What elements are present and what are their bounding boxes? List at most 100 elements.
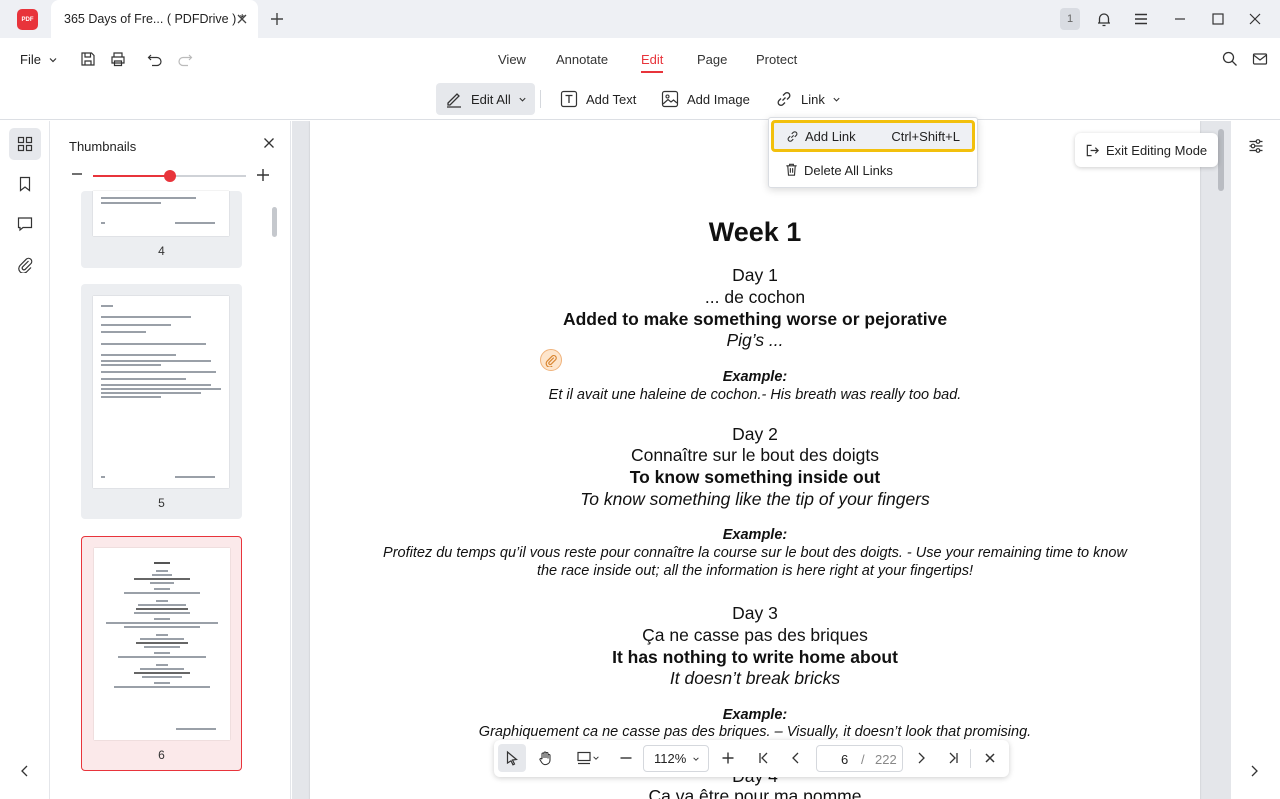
menu-bar: File View Annotate Edit Page Protect	[0, 38, 1280, 80]
entry-meaning: To know something inside out	[629, 467, 881, 487]
zoom-in-thumbnails-icon[interactable]	[256, 168, 270, 182]
add-image-label: Add Image	[687, 91, 750, 107]
attachments-panel-button[interactable]	[9, 248, 41, 280]
thumbnail-page-number: 6	[158, 748, 165, 762]
chevron-right-icon	[918, 752, 925, 764]
minus-icon	[620, 757, 632, 759]
add-link-label: Add Link	[805, 128, 856, 144]
bookmarks-panel-button[interactable]	[9, 168, 41, 200]
cursor-arrow-icon	[506, 750, 518, 766]
right-sidebar-rail	[1231, 121, 1280, 799]
new-tab-icon[interactable]	[268, 10, 286, 28]
edit-toolbar: Edit All Add Text Add Image Link	[0, 80, 1280, 120]
close-window-icon[interactable]	[1246, 10, 1264, 28]
tab-edit[interactable]: Edit	[641, 52, 664, 73]
first-page-icon	[759, 752, 768, 764]
thumbnail-page-4[interactable]: 4	[81, 191, 242, 268]
exit-icon	[1086, 144, 1099, 156]
thumbnail-page-preview	[93, 191, 229, 236]
save-icon[interactable]	[79, 50, 97, 68]
delete-all-links-menu-item[interactable]: Delete All Links	[771, 154, 975, 186]
text-box-icon	[560, 90, 578, 108]
attachment-annotation-icon[interactable]	[540, 349, 562, 371]
add-text-button[interactable]: Add Text	[551, 83, 644, 115]
comments-panel-button[interactable]	[9, 208, 41, 240]
entry-day: Day 3	[732, 603, 778, 623]
thumbnails-panel: Thumbnails 4 5 6	[51, 121, 291, 799]
notification-count-badge[interactable]: 1	[1060, 8, 1080, 30]
file-menu[interactable]: File	[20, 52, 58, 67]
mail-icon[interactable]	[1251, 50, 1269, 68]
document-page[interactable]: Week 1 Day 1 ... de cochon Added to make…	[310, 121, 1200, 799]
document-tab-title: 365 Days of Fre... ( PDFDrive ) *	[64, 12, 245, 26]
chevron-down-icon	[519, 97, 526, 102]
tab-annotate[interactable]: Annotate	[556, 52, 608, 67]
exit-editing-mode-button[interactable]: Exit Editing Mode	[1075, 133, 1218, 167]
close-tab-icon[interactable]	[234, 11, 250, 27]
zoom-level-select[interactable]: 112%	[643, 745, 709, 772]
example-text: Et il avait une haleine de cochon.- His …	[548, 387, 962, 403]
hand-tool-button[interactable]	[531, 744, 559, 772]
pencil-edit-icon	[447, 93, 461, 108]
search-icon[interactable]	[1221, 50, 1239, 68]
hamburger-menu-icon[interactable]	[1132, 10, 1150, 28]
minimize-icon[interactable]	[1171, 10, 1189, 28]
hand-icon	[539, 751, 551, 766]
zoom-in-button[interactable]	[714, 744, 742, 772]
grid-thumbnails-icon	[17, 136, 33, 152]
current-page-number: 6	[841, 752, 849, 767]
last-page-icon	[949, 752, 958, 764]
redo-icon[interactable]	[176, 50, 194, 68]
link-button[interactable]: Link	[766, 83, 849, 115]
document-tab[interactable]: 365 Days of Fre... ( PDFDrive ) *	[51, 0, 258, 38]
last-page-button[interactable]	[939, 744, 967, 772]
app-logo: PDF	[17, 9, 38, 30]
select-tool-button[interactable]	[498, 744, 526, 772]
maximize-icon[interactable]	[1209, 10, 1227, 28]
bell-icon[interactable]	[1095, 10, 1113, 28]
thumbnail-page-number: 4	[158, 244, 165, 258]
chevron-down-icon	[693, 756, 700, 761]
comment-icon	[17, 217, 33, 232]
zoom-out-thumbnails-icon[interactable]	[71, 168, 83, 180]
thumbnails-scrollbar[interactable]	[272, 207, 277, 237]
edit-all-button[interactable]: Edit All	[436, 83, 535, 115]
close-icon[interactable]	[261, 135, 277, 151]
entry-french: Connaître sur le bout des doigts	[630, 445, 880, 465]
paperclip-icon	[18, 257, 33, 273]
thumbnail-page-6[interactable]: 6	[81, 536, 242, 771]
page-heading: Week 1	[708, 217, 802, 247]
print-icon[interactable]	[109, 50, 127, 68]
view-mode-dropdown[interactable]	[570, 744, 606, 772]
next-page-button[interactable]	[907, 744, 935, 772]
add-image-button[interactable]: Add Image	[652, 83, 758, 115]
file-menu-label: File	[20, 52, 41, 67]
thumbnail-size-slider-fill	[93, 175, 170, 177]
thumbnail-size-slider[interactable]	[93, 170, 246, 182]
add-text-label: Add Text	[586, 91, 637, 107]
total-pages: 222	[875, 752, 897, 767]
first-page-button[interactable]	[750, 744, 778, 772]
thumbnail-size-slider-handle[interactable]	[163, 170, 176, 182]
chevron-down-icon	[49, 57, 57, 62]
thumbnails-panel-button[interactable]	[9, 128, 41, 160]
tab-page[interactable]: Page	[697, 52, 727, 67]
example-label: Example:	[722, 527, 788, 543]
thumbnail-page-5[interactable]: 5	[81, 284, 242, 519]
undo-icon[interactable]	[146, 50, 164, 68]
properties-sliders-icon[interactable]	[1247, 137, 1265, 155]
zoom-out-button[interactable]	[612, 744, 640, 772]
thumbnails-title: Thumbnails	[69, 139, 137, 154]
add-link-menu-item[interactable]: Add Link Ctrl+Shift+L	[771, 120, 975, 152]
document-scrollbar[interactable]	[1218, 129, 1224, 191]
tab-protect[interactable]: Protect	[756, 52, 797, 67]
tab-view[interactable]: View	[498, 52, 526, 67]
previous-page-button[interactable]	[782, 744, 810, 772]
example-text: Profitez du temps qu’il vous reste pour …	[383, 545, 1127, 561]
close-navbar-button[interactable]	[976, 744, 1004, 772]
page-number-input[interactable]: 6 / 222	[816, 745, 903, 772]
document-viewport[interactable]: Week 1 Day 1 ... de cochon Added to make…	[292, 121, 1231, 799]
bookmark-icon	[19, 176, 31, 192]
expand-right-panel-icon[interactable]	[1247, 764, 1261, 778]
collapse-left-panel-icon[interactable]	[18, 764, 32, 778]
